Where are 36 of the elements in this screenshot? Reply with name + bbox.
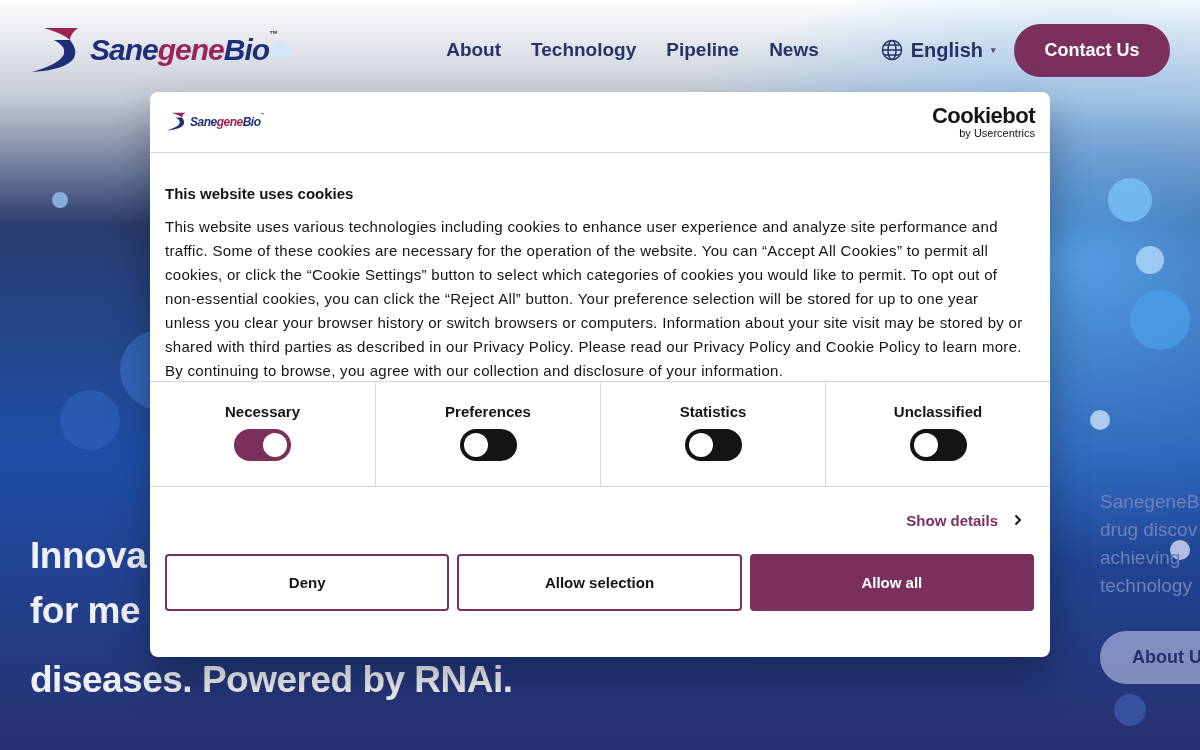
contact-button[interactable]: Contact Us <box>1014 23 1170 77</box>
consent-toggle[interactable] <box>459 429 517 461</box>
hero-headline: diseases. Powered by RNAi. <box>30 660 513 700</box>
about-button[interactable]: About U <box>1100 631 1200 684</box>
consent-button[interactable]: Allow selection <box>457 554 742 611</box>
provider-logo: Cookiebot <box>931 105 1035 127</box>
globe-icon <box>880 39 903 61</box>
consent-label: Necessary <box>224 403 301 420</box>
hero-intro: technology <box>1100 574 1193 598</box>
chevron-right-icon <box>1014 514 1022 526</box>
nav-link[interactable]: Pipeline <box>666 39 740 61</box>
hero-headline: for me <box>30 589 141 633</box>
hero-intro: achieving <box>1100 546 1182 570</box>
consent-label: Statistics <box>679 403 747 420</box>
logo-text: SanegeneBio <box>90 33 270 67</box>
consent-label: Unclassified <box>893 403 983 420</box>
dialog-title: This website uses cookies <box>165 185 355 202</box>
nav-link[interactable]: Technology <box>531 39 637 61</box>
trademark: ™ <box>269 28 278 39</box>
hero-headline: Innova <box>30 534 147 578</box>
nav-link[interactable]: News <box>769 39 819 61</box>
logo-text: SanegeneBio <box>190 115 261 129</box>
caret-icon: ▾ <box>991 45 996 55</box>
consent-button[interactable]: Deny <box>165 554 450 611</box>
hero-intro: drug discov <box>1100 518 1199 542</box>
provider-byline: by Usercentrics <box>959 127 1035 139</box>
hero-intro: SanegeneB <box>1100 490 1200 514</box>
nav-link[interactable]: About <box>446 39 502 61</box>
consent-button[interactable]: Allow all <box>749 554 1034 611</box>
consent-label: Preferences <box>445 403 531 420</box>
consent-toggle[interactable] <box>909 429 967 461</box>
consent-toggle[interactable] <box>234 429 291 461</box>
dialog-body: This website uses various technologies including cookies to enhance user experience and analyze site performance and traffic. Some of these cookies are necessary for the operation of the website. You can “Accept All Cookies” to permit all cookies, or click the “Cookie Settings” button to select which categories of cookies you would like to permit. To opt out of non-essential cookies, you can click the “Reject All” button. Your preference selection will be stored for up to one year unless you clear your browser history or switch browsers or computers. Information about your site visit may be stored by or shared with third parties as described in our Privacy Policy. Please read our Privacy Policy and Cookie Policy to learn more. By continuing to browse, you agree with our collection and disclosure of your information. <box>165 217 1024 381</box>
language-selector[interactable]: English <box>910 38 983 62</box>
consent-toggle[interactable] <box>684 429 742 461</box>
show-details-link[interactable]: Show details <box>906 511 1022 529</box>
